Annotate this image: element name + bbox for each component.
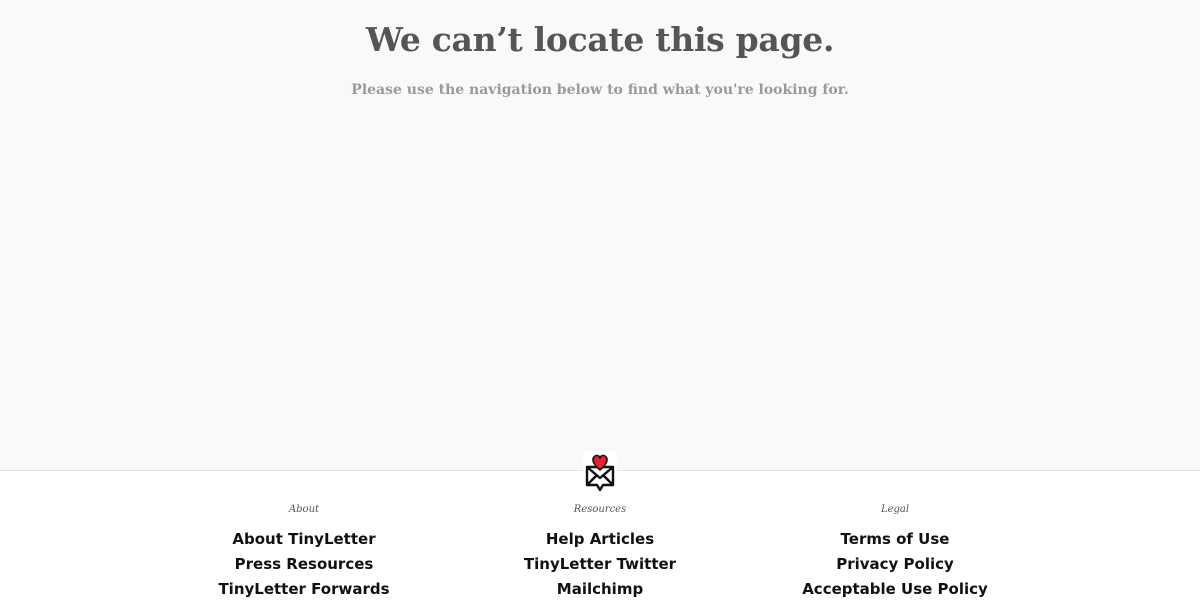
footer-link-acceptable-use-policy[interactable]: Acceptable Use Policy [745,577,1045,600]
not-found-hero: We can’t locate this page. Please use th… [0,0,1200,470]
page: We can’t locate this page. Please use th… [0,0,1200,600]
footer-heading-resources: Resources [573,504,627,515]
footer-column-resources: Resources Help Articles TinyLetter Twitt… [450,503,750,600]
footer-link-press-resources[interactable]: Press Resources [154,552,454,577]
footer-link-tinyletter-twitter[interactable]: TinyLetter Twitter [450,552,750,577]
footer-heading-about: About [288,504,320,515]
footer: About About TinyLetter Press Resources T… [0,451,1200,600]
footer-link-mailchimp[interactable]: Mailchimp [450,577,750,600]
heart-envelope-icon [585,454,615,492]
page-subtitle: Please use the navigation below to find … [351,82,849,98]
footer-link-help-articles[interactable]: Help Articles [450,527,750,552]
footer-link-terms-of-use[interactable]: Terms of Use [745,527,1045,552]
footer-heading-legal: Legal [880,504,910,515]
footer-link-privacy-policy[interactable]: Privacy Policy [745,552,1045,577]
footer-link-tinyletter-forwards[interactable]: TinyLetter Forwards [154,577,454,600]
footer-link-about-tinyletter[interactable]: About TinyLetter [154,527,454,552]
page-title: We can’t locate this page. [365,20,835,59]
footer-column-about: About About TinyLetter Press Resources T… [154,503,454,600]
tinyletter-logo-icon[interactable] [583,451,617,493]
footer-column-legal: Legal Terms of Use Privacy Policy Accept… [745,503,1045,600]
